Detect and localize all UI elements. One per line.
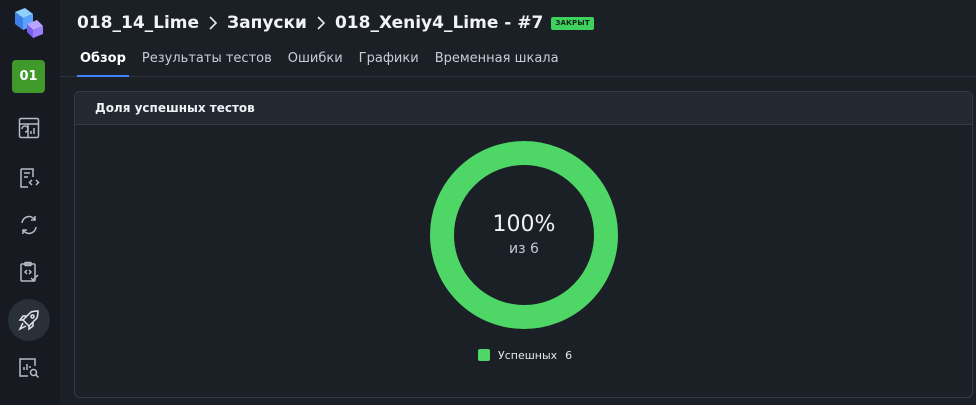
tab-test-results[interactable]: Результаты тестов [139,45,275,77]
app-logo-icon[interactable] [11,6,45,40]
status-badge: ЗАКРЫТ [551,16,594,30]
tab-timeline[interactable]: Временная шкала [432,45,562,77]
nav-test-plans-icon[interactable] [8,251,50,293]
sidebar: 01 [0,0,60,405]
tab-bar: Обзор Результаты тестов Ошибки Графики В… [77,45,572,77]
donut-sub-label: из 6 [509,241,539,258]
legend-count: 6 [565,348,573,362]
chart-legend: Успешных 6 [478,348,572,362]
app-root: 01 018_14_Lime Запуски 018_Xeniy4_Lime -… [0,0,976,405]
breadcrumb: 018_14_Lime Запуски 018_Xeniy4_Lime - #7… [77,11,594,35]
chevron-right-icon [209,16,218,30]
legend-label: Успешных [498,348,558,362]
donut-chart: 100% из 6 [429,140,619,330]
donut-percent-label: 100% [492,211,556,237]
page-header: 018_14_Lime Запуски 018_Xeniy4_Lime - #7… [60,0,976,77]
tab-charts[interactable]: Графики [356,45,422,77]
card-title: Доля успешных тестов [75,92,972,125]
nav-sync-icon[interactable] [8,204,50,246]
breadcrumb-project[interactable]: 018_14_Lime [77,13,199,33]
nav-launches-rocket-icon[interactable] [8,299,50,341]
nav-dashboard-icon[interactable] [8,107,50,149]
legend-swatch [478,349,490,361]
breadcrumb-launch: 018_Xeniy4_Lime - #7 [334,13,544,33]
breadcrumb-launches[interactable]: Запуски [227,13,307,33]
pass-rate-card: Доля успешных тестов 100% из 6 Успешных … [74,91,973,398]
donut-center: 100% из 6 [429,140,619,330]
nav-reports-search-icon[interactable] [8,347,50,389]
nav-test-cases-icon[interactable] [8,157,50,199]
project-badge[interactable]: 01 [12,60,45,93]
chevron-right-icon [317,16,326,30]
tab-overview[interactable]: Обзор [77,45,129,77]
tab-errors[interactable]: Ошибки [285,45,346,77]
